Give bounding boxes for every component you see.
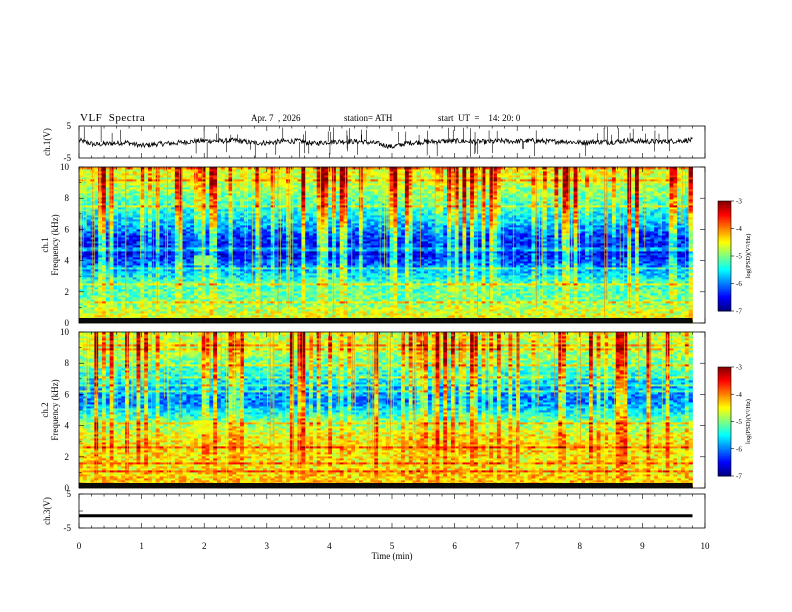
ch2-spectrogram-colorbar-tick-label: -7 — [736, 473, 742, 481]
x-tick-label: 4 — [327, 541, 332, 551]
ch2-spectrogram-ylabel: Frequency (kHz) — [50, 379, 60, 440]
ch1-waveform-line — [79, 138, 693, 149]
ch1-spectrogram-colorbar — [718, 201, 731, 312]
ch1-spectrogram-ytick-label: 4 — [65, 256, 70, 266]
x-tick-label: 1 — [139, 541, 144, 551]
x-tick-label: 9 — [640, 541, 645, 551]
ch1-spectrogram-ytick-label: 8 — [65, 193, 70, 203]
ch1-ytick-label: 5 — [67, 121, 72, 131]
x-axis-label: Time (min) — [372, 551, 413, 561]
ch3-waveform-frame — [79, 494, 705, 528]
ch1-spectrogram-ylabel: Frequency (kHz) — [50, 214, 60, 275]
ch2-spectrogram-colorbar-label: log(PSD)(V²/Hz) — [745, 399, 752, 444]
x-tick-label: 3 — [265, 541, 270, 551]
ch1-spectrogram-ylabel-channel: ch.1 — [40, 237, 50, 252]
ch1-spectrogram-colorbar-tick-label: -6 — [736, 280, 742, 288]
ch2-spectrogram-ytick-label: 2 — [65, 452, 70, 462]
ch2-spectrogram-colorbar-tick-label: -3 — [736, 364, 742, 372]
ch2-spectrogram-colorbar-tick-label: -6 — [736, 445, 742, 453]
ch1-spectrogram-colorbar-tick-label: -5 — [736, 253, 742, 261]
x-tick-label: 6 — [452, 541, 457, 551]
x-tick-label: 8 — [578, 541, 583, 551]
x-tick-label: 2 — [202, 541, 207, 551]
ch3-ylabel: ch.3(V) — [42, 497, 52, 525]
ch1-spectrogram-ytick-label: 10 — [60, 162, 70, 172]
x-tick-label: 5 — [390, 541, 395, 551]
ch1-waveform-group — [79, 126, 693, 157]
ch2-spectrogram-ylabel-channel: ch.2 — [40, 402, 50, 417]
ch2-spectrogram-colorbar-tick-label: -4 — [736, 391, 742, 399]
x-tick-label: 7 — [515, 541, 520, 551]
vlf-figure: 5-5ch.1(V)0246810ch.1 Frequency (kHz)-3-4… — [0, 0, 792, 612]
ch2-spectrogram-lf-band — [79, 483, 692, 488]
ch1-spectrogram-colorbar-label: log(PSD)(V²/Hz) — [745, 234, 752, 279]
ch1-spectrogram-colorbar-tick-label: -4 — [736, 225, 742, 233]
ch1-spectrogram-lf-band — [79, 318, 692, 323]
ch1-spectrogram-ytick-label: 2 — [65, 287, 70, 297]
ch1-spectrogram-heatmap — [79, 167, 693, 323]
ch2-spectrogram-ytick-label: 10 — [60, 327, 70, 337]
x-tick-label: 0 — [77, 541, 82, 551]
ch2-spectrogram-colorbar-tick-label: -5 — [736, 418, 742, 426]
ch2-spectrogram-heatmap — [79, 332, 693, 488]
ch2-spectrogram-ytick-label: 6 — [65, 389, 70, 399]
ch2-spectrogram-colorbar — [718, 367, 731, 477]
ch1-spectrogram-colorbar-tick-label: -3 — [736, 198, 742, 206]
x-tick-label: 10 — [701, 541, 711, 551]
ch1-spectrogram-ytick-label: 6 — [65, 224, 70, 234]
ch2-spectrogram-ytick-label: 8 — [65, 358, 70, 368]
ch1-ylabel: ch.1(V) — [42, 128, 52, 156]
ch2-spectrogram-ytick-label: 4 — [65, 421, 70, 431]
ch3-ytick-label: -5 — [64, 523, 72, 533]
ch3-ytick-label: 5 — [67, 489, 72, 499]
ch1-spectrogram-colorbar-tick-label: -7 — [736, 308, 742, 316]
